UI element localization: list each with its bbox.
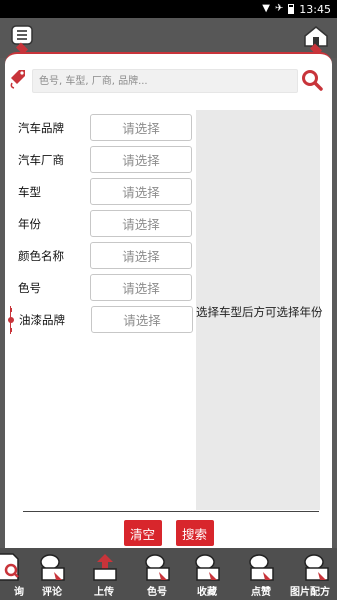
year-label: 年份 — [18, 217, 41, 231]
filter-form: 汽车品牌 请选择 汽车厂商 请选择 车型 请选择 年份 请选择 颜色名称 请选择… — [8, 110, 193, 510]
form-row-manufacturer: 汽车厂商 请选择 — [10, 146, 193, 174]
upload-icon — [93, 554, 117, 581]
color-code-icon — [145, 554, 170, 581]
form-row-color-code: 色号 请选择 — [10, 274, 193, 302]
color-name-label: 颜色名称 — [18, 249, 64, 263]
search-input[interactable] — [32, 69, 298, 93]
image-formula-icon — [304, 554, 329, 581]
year-select[interactable]: 请选择 — [90, 210, 192, 237]
comment-icon — [40, 554, 65, 581]
color-code-select[interactable]: 请选择 — [90, 274, 192, 301]
nav-item-comment[interactable]: 评论 — [25, 548, 79, 600]
color-code-label: 色号 — [18, 281, 41, 295]
nav-item-image-formula[interactable]: 图片配方 — [289, 548, 337, 600]
manufacturer-select[interactable]: 请选择 — [90, 146, 192, 173]
status-bar: ▼ ✈ 13:45 — [0, 0, 337, 18]
wifi-icon: ▼ — [262, 3, 270, 14]
nav-label-upload: 上传 — [94, 587, 114, 598]
car-brand-select[interactable]: 请选择 — [90, 114, 192, 141]
nav-label-image-formula: 图片配方 — [290, 587, 330, 598]
nav-item-upload[interactable]: 上传 — [77, 548, 131, 600]
car-brand-label: 汽车品牌 — [18, 121, 64, 135]
nav-item-color-code[interactable]: 色号 — [130, 548, 184, 600]
search-button[interactable]: 搜索 — [175, 520, 214, 546]
tag-icon — [10, 70, 25, 89]
list-menu-icon — [11, 25, 33, 55]
model-select[interactable]: 请选择 — [90, 178, 192, 205]
active-marker-bottom — [10, 328, 12, 332]
divider — [23, 511, 319, 512]
active-marker-top — [10, 308, 12, 312]
nav-label-comment: 评论 — [42, 587, 62, 598]
search-icon[interactable] — [300, 68, 324, 92]
airplane-icon: ✈ — [274, 3, 284, 14]
action-row: 清空 搜索 — [5, 520, 332, 546]
battery-icon — [288, 4, 295, 14]
menu-button[interactable] — [8, 24, 36, 55]
form-row-brand: 汽车品牌 请选择 — [10, 114, 193, 142]
form-row-paint-brand: 油漆品牌 请选择 — [8, 306, 193, 334]
manufacturer-label: 汽车厂商 — [18, 153, 64, 167]
year-hint: 选择车型后方可选择年份 — [196, 305, 323, 319]
paint-brand-label: 油漆品牌 — [19, 313, 65, 327]
status-time: 13:45 — [299, 2, 331, 16]
nav-label-favorite: 收藏 — [197, 587, 217, 598]
search-bar — [5, 66, 332, 96]
nav-label-color-code: 色号 — [147, 587, 167, 598]
search-doc-icon — [0, 553, 19, 581]
year-panel: 选择车型后方可选择年份 — [196, 110, 323, 510]
form-row-model: 车型 请选择 — [10, 178, 193, 206]
home-icon — [304, 26, 328, 56]
favorite-icon — [195, 554, 220, 581]
nav-item-like[interactable]: 点赞 — [234, 548, 288, 600]
active-marker-dot — [8, 317, 14, 323]
form-row-color-name: 颜色名称 请选择 — [10, 242, 193, 270]
nav-item-favorite[interactable]: 收藏 — [180, 548, 234, 600]
main-content: 汽车品牌 请选择 汽车厂商 请选择 车型 请选择 年份 请选择 颜色名称 请选择… — [5, 52, 332, 550]
model-label: 车型 — [18, 185, 41, 199]
bottom-nav: 询 评论 上传 色号 收藏 点赞 图片配方 — [0, 548, 337, 600]
paint-brand-select[interactable]: 请选择 — [91, 306, 193, 333]
like-icon — [249, 554, 274, 581]
clear-button[interactable]: 清空 — [123, 520, 162, 546]
home-button[interactable] — [302, 24, 330, 56]
nav-label-like: 点赞 — [251, 587, 271, 598]
form-row-year: 年份 请选择 — [10, 210, 193, 238]
color-name-select[interactable]: 请选择 — [90, 242, 192, 269]
